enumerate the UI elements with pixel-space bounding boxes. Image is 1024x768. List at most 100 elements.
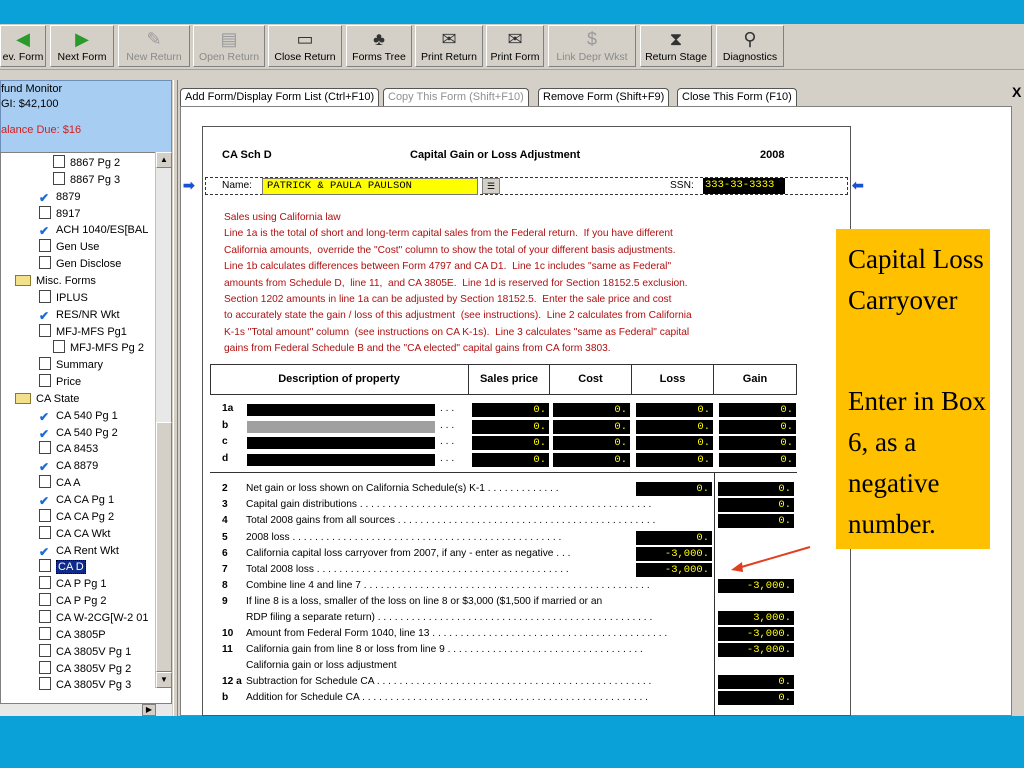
tree-item[interactable]: Misc. Forms xyxy=(15,273,96,290)
line-number: 10 xyxy=(222,628,234,639)
tree-item[interactable]: ✔ ACH 1040/ES[BAL xyxy=(39,222,148,239)
tab-0[interactable]: Add Form/Display Form List (Ctrl+F10) xyxy=(180,88,380,106)
open-return-button[interactable]: ▤ Open Return xyxy=(193,25,265,67)
diagnostics-button[interactable]: ⚲ Diagnostics xyxy=(716,25,784,67)
gain-field[interactable]: 0. xyxy=(718,691,794,705)
tree-item[interactable]: ✔ CA 8879 xyxy=(39,458,98,475)
tree-item[interactable]: ✔ CA 540 Pg 1 xyxy=(39,408,118,425)
gain-field[interactable]: 3,000. xyxy=(718,611,794,625)
amount-field[interactable]: 0. xyxy=(719,419,796,434)
gain-field[interactable]: 0. xyxy=(718,482,794,496)
amount-field[interactable]: 0. xyxy=(553,452,630,467)
tree-item[interactable]: CA State xyxy=(15,391,79,408)
prev-form-button[interactable]: ◀ ev. Form xyxy=(0,25,46,67)
tab-1[interactable]: Copy This Form (Shift+F10) xyxy=(383,88,529,106)
tree-item[interactable]: CA 3805P xyxy=(39,626,106,644)
tree-item[interactable]: CA CA Pg 2 xyxy=(39,508,114,526)
forms-tree-button[interactable]: ♣ Forms Tree xyxy=(346,25,412,67)
amount-field[interactable]: 0. xyxy=(553,403,630,417)
loss-field[interactable]: 0. xyxy=(636,482,712,496)
tree-scrollbar[interactable]: ▲ ▼ xyxy=(155,152,172,688)
scroll-thumb[interactable] xyxy=(156,422,172,672)
loss-field[interactable]: -3,000. xyxy=(636,547,712,561)
description-field[interactable] xyxy=(247,420,435,433)
tree-item[interactable]: CA 3805V Pg 2 xyxy=(39,660,131,678)
description-field[interactable] xyxy=(247,437,435,449)
tree-item[interactable]: 8867 Pg 3 xyxy=(53,171,120,189)
amount-field[interactable]: 0. xyxy=(636,452,713,467)
tree-item[interactable]: CA D xyxy=(39,559,86,576)
tree-item[interactable]: 8867 Pg 2 xyxy=(53,155,120,172)
tree-item[interactable]: CA 3805V Pg 1 xyxy=(39,643,131,661)
loss-field[interactable]: 0. xyxy=(636,531,712,545)
tree-item[interactable]: ✔ 8879 xyxy=(39,189,80,206)
return-stage-button[interactable]: ⧗ Return Stage xyxy=(640,25,712,67)
scroll-down-button[interactable]: ▼ xyxy=(156,672,172,688)
tree-item[interactable]: CA 3805V Pg 3 xyxy=(39,677,131,694)
gain-field[interactable]: 0. xyxy=(718,514,794,528)
name-dropdown-icon[interactable]: ☰ xyxy=(482,178,500,194)
tree-item-label: Gen Use xyxy=(56,241,100,254)
tree-item[interactable]: IPLUS xyxy=(39,289,88,307)
document-icon xyxy=(39,256,51,270)
toolbar-label: Next Form xyxy=(57,51,107,63)
print-form-button[interactable]: ✉ Print Form xyxy=(486,25,544,67)
tree-item[interactable]: 8917 xyxy=(39,205,80,223)
print-return-button[interactable]: ✉ Print Return xyxy=(415,25,483,67)
form-scrollbar[interactable] xyxy=(1012,106,1024,716)
amount-field[interactable]: 0. xyxy=(719,403,796,417)
description-field[interactable] xyxy=(247,453,435,466)
tree-item[interactable]: ✔ RES/NR Wkt xyxy=(39,307,120,324)
document-icon xyxy=(39,593,51,607)
gain-field[interactable]: -3,000. xyxy=(718,643,794,657)
amount-field[interactable]: 0. xyxy=(553,419,630,434)
tab-2[interactable]: Remove Form (Shift+F9) xyxy=(538,88,670,106)
gain-field[interactable]: 0. xyxy=(718,675,794,689)
amount-field[interactable]: 0. xyxy=(472,403,549,417)
tree-item[interactable]: CA A xyxy=(39,475,80,492)
gain-field[interactable]: -3,000. xyxy=(718,627,794,641)
amount-field[interactable]: 0. xyxy=(553,436,630,450)
close-icon[interactable]: X xyxy=(1012,84,1024,100)
return-stage-icon: ⧗ xyxy=(669,29,683,49)
tree-item[interactable]: CA W-2CG[W-2 01 xyxy=(39,609,149,627)
tree-item[interactable]: Summary xyxy=(39,357,103,374)
close-return-button[interactable]: ▭ Close Return xyxy=(268,25,342,67)
splitter[interactable] xyxy=(173,80,178,716)
tree-item[interactable]: MFJ-MFS Pg 2 xyxy=(53,340,144,357)
tree-hscrollbar[interactable]: ▶ xyxy=(0,704,172,716)
amount-field[interactable]: 0. xyxy=(636,419,713,434)
tree-item[interactable]: ✔ CA CA Pg 1 xyxy=(39,492,114,509)
amount-field[interactable]: 0. xyxy=(472,419,549,434)
gain-field[interactable]: 0. xyxy=(718,498,794,512)
tree-item[interactable]: ✔ CA 540 Pg 2 xyxy=(39,425,118,442)
tree-item[interactable]: Gen Disclose xyxy=(39,256,121,273)
tree-item[interactable]: Gen Use xyxy=(39,239,99,256)
tree-item[interactable]: CA P Pg 2 xyxy=(39,593,107,610)
name-field[interactable]: PATRICK & PAULA PAULSON xyxy=(262,178,478,195)
amount-field[interactable]: 0. xyxy=(472,452,549,467)
document-icon xyxy=(53,340,65,354)
ssn-field[interactable]: 333-33-3333 xyxy=(703,178,785,194)
scroll-up-button[interactable]: ▲ xyxy=(156,152,172,168)
amount-field[interactable]: 0. xyxy=(719,452,796,467)
amount-field[interactable]: 0. xyxy=(636,436,713,450)
loss-field[interactable]: -3,000. xyxy=(636,563,712,577)
scroll-right-button[interactable]: ▶ xyxy=(142,704,156,716)
tree-item[interactable]: Price xyxy=(39,374,81,391)
tree-item[interactable]: ✔ CA Rent Wkt xyxy=(39,543,119,560)
tree-item-label: CA W-2CG[W-2 01 xyxy=(56,611,149,624)
amount-field[interactable]: 0. xyxy=(472,436,549,450)
amount-field[interactable]: 0. xyxy=(636,403,713,417)
tree-item[interactable]: MFJ-MFS Pg1 xyxy=(39,323,127,341)
description-field[interactable] xyxy=(247,404,435,416)
tree-item[interactable]: CA CA Wkt xyxy=(39,525,110,543)
tab-3[interactable]: Close This Form (F10) xyxy=(677,88,797,106)
next-form-button[interactable]: ▶ Next Form xyxy=(50,25,114,67)
gain-field[interactable]: -3,000. xyxy=(718,579,794,593)
tree-item[interactable]: CA P Pg 1 xyxy=(39,576,107,593)
amount-field[interactable]: 0. xyxy=(719,436,796,450)
link-depr-wkst-button[interactable]: $ Link Depr Wkst xyxy=(548,25,636,67)
new-return-button[interactable]: ✎ New Return xyxy=(118,25,190,67)
tree-item[interactable]: CA 8453 xyxy=(39,441,98,458)
